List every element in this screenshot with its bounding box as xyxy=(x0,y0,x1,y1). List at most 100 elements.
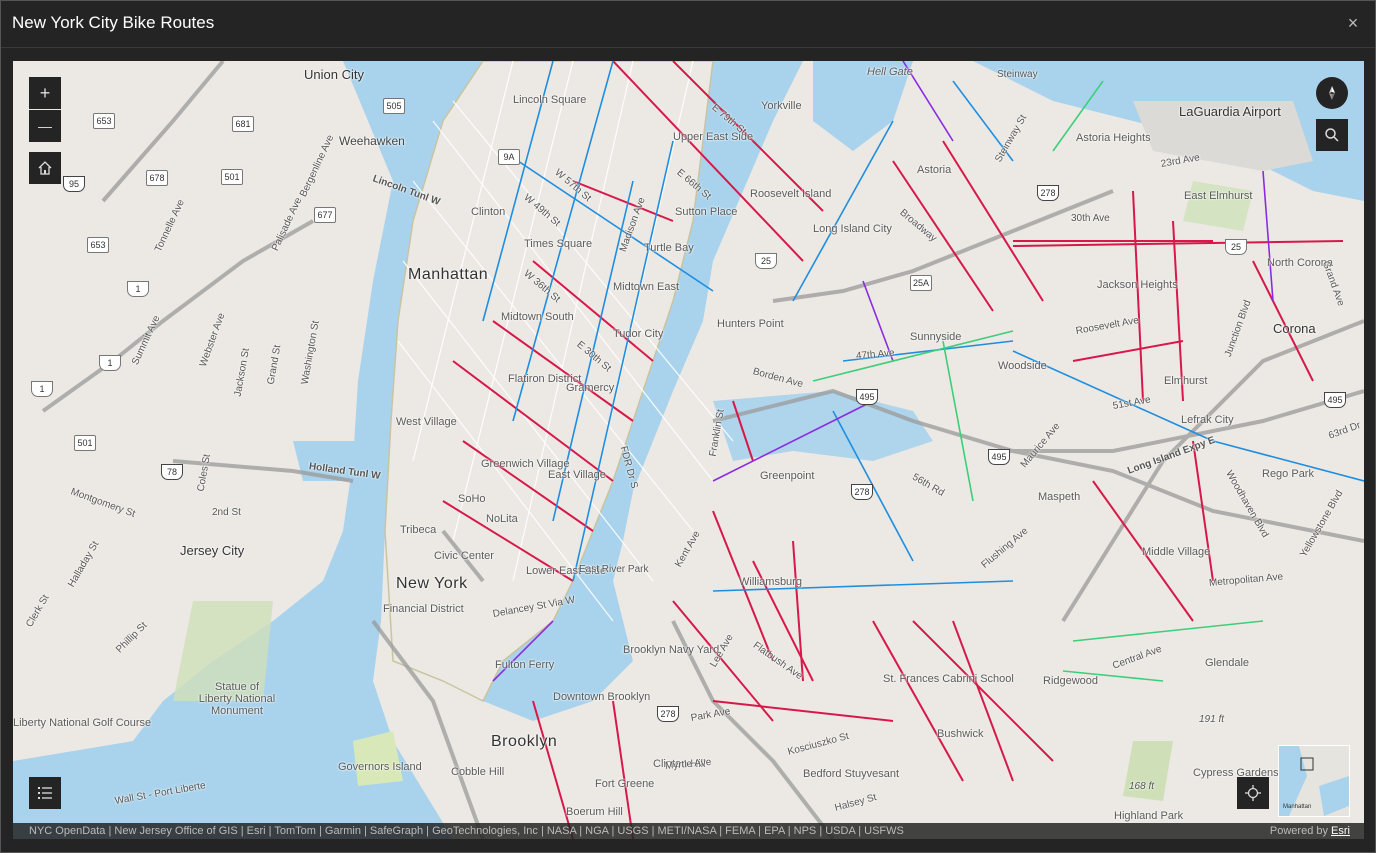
label-ridgewood: Ridgewood xyxy=(1043,675,1099,687)
dialog-window: New York City Bike Routes × Union City W… xyxy=(0,0,1376,853)
label-union-city: Union City xyxy=(304,67,364,82)
label-woodside: Woodside xyxy=(998,360,1047,372)
shield-25: 25 xyxy=(755,253,777,269)
label-astoria-heights: Astoria Heights xyxy=(1076,132,1151,144)
label-rego-park: Rego Park xyxy=(1262,468,1314,480)
label-jersey-city: Jersey City xyxy=(180,543,245,558)
label-glendale: Glendale xyxy=(1205,657,1250,669)
label-new-york: New York xyxy=(396,575,468,592)
label-financial-district: Financial District xyxy=(383,603,464,615)
label-fort-greene: Fort Greene xyxy=(595,778,655,790)
label-turtle-bay: Turtle Bay xyxy=(644,242,694,254)
shield-278: 278 xyxy=(851,484,873,500)
label-williamsburg: Williamsburg xyxy=(739,576,802,588)
attribution-text: NYC OpenData | New Jersey Office of GIS … xyxy=(13,823,1364,839)
shield-505: 505 xyxy=(383,98,405,114)
label-brooklyn-navy-yard: Brooklyn Navy Yard xyxy=(623,644,720,656)
label-brooklyn: Brooklyn xyxy=(491,733,558,750)
label-midtown-east: Midtown East xyxy=(613,281,680,293)
label-highland-park: Highland Park xyxy=(1114,810,1184,822)
label-laguardia-airport: LaGuardia Airport xyxy=(1179,104,1281,119)
zoom-out-button[interactable]: — xyxy=(29,110,61,142)
powered-by-prefix: Powered by xyxy=(1269,825,1332,837)
label-sutton-place: Sutton Place xyxy=(675,206,738,218)
label-long-island-city: Long Island City xyxy=(813,223,892,235)
label-hell-gate: Hell Gate xyxy=(867,66,913,78)
shield-1c: 1 xyxy=(31,381,53,397)
label-cobble-hill: Cobble Hill xyxy=(451,766,505,778)
shield-278-south: 278 xyxy=(657,706,679,722)
compass-icon xyxy=(1329,86,1335,100)
label-tudor-city: Tudor City xyxy=(613,328,664,340)
road-east-river-park: East River Park xyxy=(579,564,649,575)
label-soho: SoHo xyxy=(458,493,486,505)
locate-button[interactable] xyxy=(1237,777,1269,809)
label-bushwick: Bushwick xyxy=(937,728,984,740)
compass-button[interactable] xyxy=(1316,77,1348,109)
label-manhattan: Manhattan xyxy=(408,266,489,283)
shield-653: 653 xyxy=(93,113,115,129)
label-east-elmhurst: East Elmhurst xyxy=(1184,190,1253,202)
label-clinton: Clinton xyxy=(471,206,506,218)
title-bar: New York City Bike Routes × xyxy=(1,1,1375,48)
shield-278-north: 278 xyxy=(1037,185,1059,201)
map-view[interactable]: Union City Weehawken Lincoln Square York… xyxy=(13,61,1364,839)
home-button[interactable] xyxy=(29,152,61,184)
elevation-168: 168 ft xyxy=(1129,781,1155,792)
label-midtown-south: Midtown South xyxy=(501,311,574,323)
label-hunters-point: Hunters Point xyxy=(717,318,784,330)
label-east-village: East Village xyxy=(548,469,606,481)
shield-25a: 25A xyxy=(910,275,933,291)
overview-label: Manhattan xyxy=(1283,804,1312,810)
shield-95: 95 xyxy=(63,176,85,192)
label-elmhurst: Elmhurst xyxy=(1164,375,1208,387)
shield-653b: 653 xyxy=(87,237,109,253)
label-boerum-hill: Boerum Hill xyxy=(566,806,623,818)
shield-9a: 9A xyxy=(498,149,520,165)
locate-icon xyxy=(1245,785,1261,801)
search-icon xyxy=(1325,128,1339,142)
shield-501b: 501 xyxy=(74,435,96,451)
label-governors-island: Governors Island xyxy=(338,761,422,773)
road-30th-ave: 30th Ave xyxy=(1071,213,1110,224)
shield-78: 78 xyxy=(161,464,183,480)
shield-25-east: 25 xyxy=(1225,239,1247,255)
label-maspeth: Maspeth xyxy=(1038,491,1081,503)
label-gramercy: Gramercy xyxy=(566,382,615,394)
label-liberty-national-golf: Liberty National Golf Course xyxy=(13,717,152,729)
label-civic-center: Civic Center xyxy=(434,550,494,562)
label-nolita: NoLita xyxy=(486,513,518,525)
label-tribeca: Tribeca xyxy=(400,524,437,536)
shield-677: 677 xyxy=(314,207,336,223)
zoom-in-button[interactable]: + xyxy=(29,77,61,109)
search-button[interactable] xyxy=(1316,119,1348,151)
overview-map[interactable]: Manhattan xyxy=(1278,745,1350,817)
label-astoria: Astoria xyxy=(917,164,952,176)
label-west-village: West Village xyxy=(396,416,457,428)
shield-681: 681 xyxy=(232,116,254,132)
elevation-191: 191 ft xyxy=(1199,714,1225,725)
label-middle-village: Middle Village xyxy=(1142,546,1211,558)
label-weehawken: Weehawken xyxy=(339,134,405,148)
powered-by: Powered by Esri xyxy=(1270,823,1350,839)
legend-button[interactable] xyxy=(29,777,61,809)
window-title: New York City Bike Routes xyxy=(12,13,215,32)
esri-link[interactable]: Esri xyxy=(1331,825,1350,837)
label-downtown-brooklyn: Downtown Brooklyn xyxy=(553,691,651,703)
close-button[interactable]: × xyxy=(1343,13,1363,33)
shield-495: 495 xyxy=(856,389,878,405)
label-bedford-stuyvesant: Bedford Stuyvesant xyxy=(803,768,900,780)
home-icon xyxy=(38,161,52,175)
label-statue-of-liberty: Statue of Liberty National Monument xyxy=(198,681,276,717)
label-times-square: Times Square xyxy=(524,238,593,250)
shield-501: 501 xyxy=(221,169,243,185)
label-roosevelt-island: Roosevelt Island xyxy=(750,188,832,200)
label-lincoln-square: Lincoln Square xyxy=(513,94,587,106)
label-corona: Corona xyxy=(1273,321,1316,336)
label-yorkville: Yorkville xyxy=(761,100,802,112)
label-fulton-ferry: Fulton Ferry xyxy=(495,659,555,671)
shield-1: 1 xyxy=(127,281,149,297)
label-lefrak-city: Lefrak City xyxy=(1181,414,1234,426)
shield-495-west: 495 xyxy=(988,449,1010,465)
label-greenpoint: Greenpoint xyxy=(760,470,815,482)
